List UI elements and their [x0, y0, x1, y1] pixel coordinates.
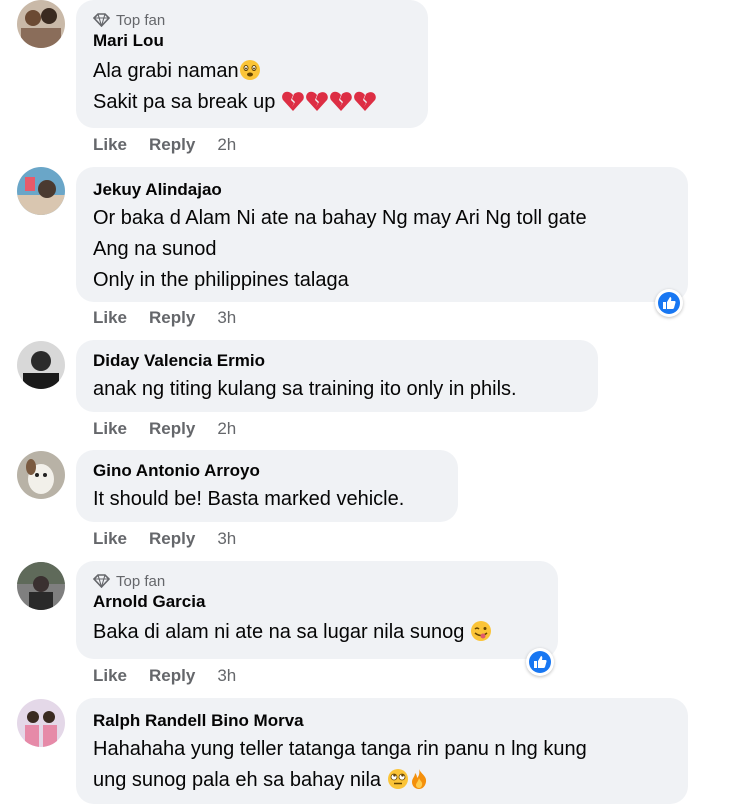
timestamp[interactable]: 2h: [217, 135, 236, 155]
comment-text-line: Hahahaha yung teller tatanga tanga rin p…: [93, 738, 587, 760]
comment-bubble: Diday Valencia Ermio anak ng titing kula…: [76, 340, 598, 412]
comment-text-line: It should be! Basta marked vehicle.: [93, 488, 405, 510]
comment-actions: Like Reply 3h: [93, 529, 236, 549]
top-fan-badge: Top fan: [93, 572, 541, 590]
broken-heart-icon: [330, 91, 352, 111]
timestamp[interactable]: 3h: [217, 308, 236, 328]
top-fan-badge: Top fan: [93, 11, 411, 29]
timestamp[interactable]: 2h: [217, 419, 236, 439]
commenter-name[interactable]: Ralph Randell Bino Morva: [93, 710, 671, 732]
reply-button[interactable]: Reply: [149, 135, 195, 155]
diamond-icon: [93, 574, 110, 588]
flushed-emoji-icon: [239, 60, 260, 80]
timestamp[interactable]: 3h: [217, 666, 236, 686]
like-reaction-badge[interactable]: [526, 648, 554, 676]
comment-text-line: Or baka d Alam Ni ate na bahay Ng may Ar…: [93, 207, 587, 229]
like-button[interactable]: Like: [93, 135, 127, 155]
avatar[interactable]: [17, 0, 65, 48]
like-button[interactable]: Like: [93, 529, 127, 549]
comment-bubble: Top fan Arnold Garcia Baka di alam ni at…: [76, 561, 558, 659]
comment-text-line: Ang na sunod: [93, 238, 217, 260]
broken-heart-icon: [306, 91, 328, 111]
commenter-name[interactable]: Jekuy Alindajao: [93, 179, 671, 201]
avatar[interactable]: [17, 341, 65, 389]
reply-button[interactable]: Reply: [149, 308, 195, 328]
comment-actions: Like Reply 3h: [93, 308, 236, 328]
comment-bubble: Jekuy Alindajao Or baka d Alam Ni ate na…: [76, 167, 688, 302]
diamond-icon: [93, 13, 110, 27]
comment-actions: Like Reply 3h: [93, 666, 236, 686]
comment-bubble: Ralph Randell Bino Morva Hahahaha yung t…: [76, 698, 688, 804]
commenter-name[interactable]: Mari Lou: [93, 30, 411, 52]
comment-text-line: ung sunog pala eh sa bahay nila: [93, 765, 671, 796]
like-button[interactable]: Like: [93, 419, 127, 439]
comment-text-line: Only in the philippines talaga: [93, 269, 349, 291]
comment-bubble: Top fan Mari Lou Ala grabi naman Sakit p…: [76, 0, 428, 128]
commenter-name[interactable]: Diday Valencia Ermio: [93, 350, 581, 372]
like-button[interactable]: Like: [93, 666, 127, 686]
avatar[interactable]: [17, 451, 65, 499]
rolling-eyes-emoji-icon: [387, 769, 408, 789]
thumbs-up-icon: [663, 297, 676, 309]
reply-button[interactable]: Reply: [149, 666, 195, 686]
like-reaction-badge[interactable]: [655, 289, 683, 317]
commenter-name[interactable]: Gino Antonio Arroyo: [93, 460, 441, 482]
comment-actions: Like Reply 2h: [93, 135, 236, 155]
comment-text-line: Sakit pa sa break up: [93, 87, 411, 118]
fire-emoji-icon: [411, 769, 426, 789]
timestamp[interactable]: 3h: [217, 529, 236, 549]
comment-text-line: Ala grabi naman: [93, 56, 411, 87]
like-button[interactable]: Like: [93, 308, 127, 328]
comment-actions: Like Reply 2h: [93, 419, 236, 439]
avatar[interactable]: [17, 167, 65, 215]
avatar[interactable]: [17, 562, 65, 610]
broken-heart-icon: [282, 91, 304, 111]
winking-tongue-emoji-icon: [470, 621, 491, 641]
reply-button[interactable]: Reply: [149, 419, 195, 439]
broken-heart-icons: [281, 91, 377, 113]
reply-button[interactable]: Reply: [149, 529, 195, 549]
avatar[interactable]: [17, 699, 65, 747]
comment-text-line: anak ng titing kulang sa training ito on…: [93, 378, 517, 400]
badge-label: Top fan: [116, 11, 166, 29]
commenter-name[interactable]: Arnold Garcia: [93, 591, 541, 613]
broken-heart-icon: [354, 91, 376, 111]
badge-label: Top fan: [116, 572, 166, 590]
comment-text-line: Baka di alam ni ate na sa lugar nila sun…: [93, 617, 541, 648]
comment-bubble: Gino Antonio Arroyo It should be! Basta …: [76, 450, 458, 522]
thumbs-up-icon: [534, 656, 547, 668]
